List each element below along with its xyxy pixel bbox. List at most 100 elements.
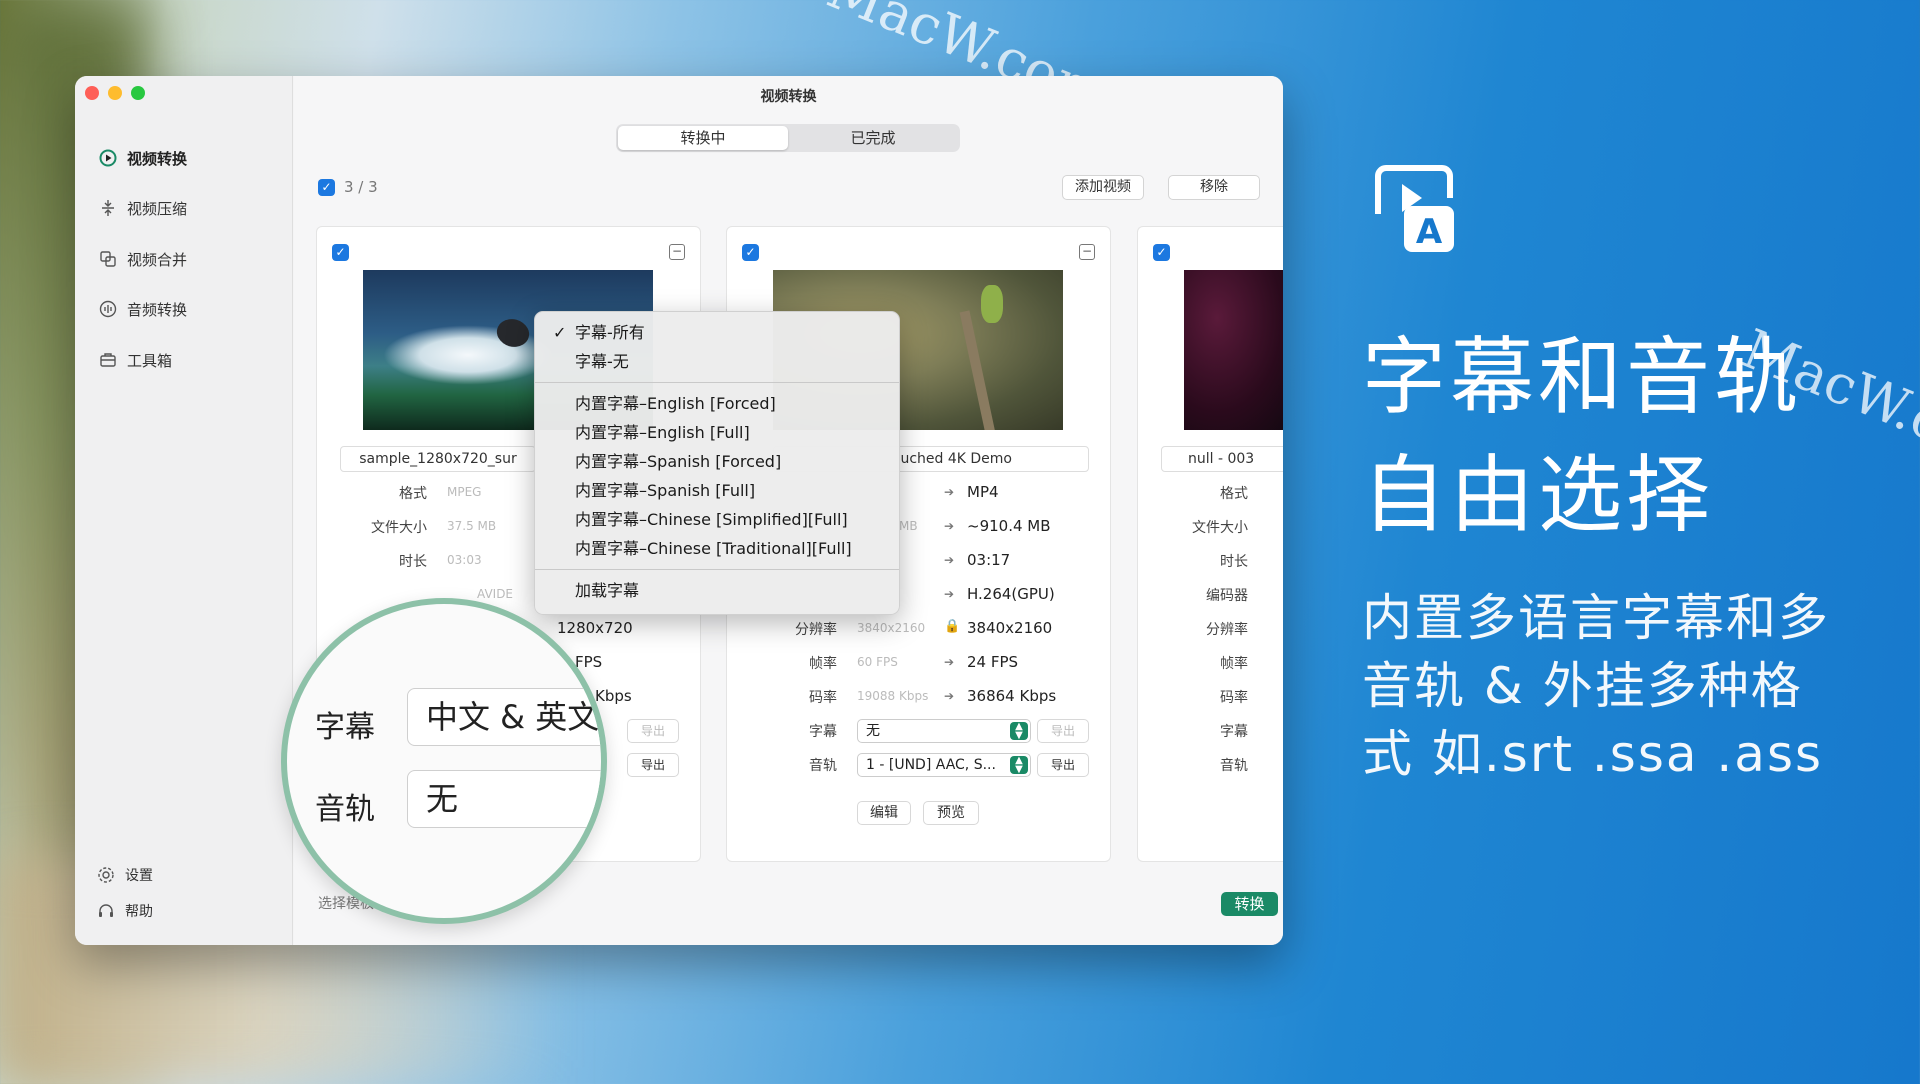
export-audio-button[interactable]: 导出	[627, 753, 679, 777]
sidebar-help[interactable]: 帮助	[97, 896, 153, 926]
resolution-target: 1280x720	[557, 619, 633, 637]
duration-label: 时长	[399, 554, 427, 570]
subtitle-select-value: 无	[866, 723, 880, 739]
sidebar-item-toolbox[interactable]: 工具箱	[99, 345, 172, 375]
sidebar-settings[interactable]: 设置	[97, 860, 153, 890]
letter-a-label: A	[1415, 212, 1443, 252]
menu-separator	[535, 382, 899, 383]
tab-completed[interactable]: 已完成	[788, 126, 958, 150]
bitrate-label: 码率	[809, 690, 837, 706]
promo-heading-line1: 字幕和音轨	[1362, 328, 1803, 426]
toolbox-icon	[100, 353, 116, 367]
format-label: 格式	[1220, 486, 1248, 502]
subtitle-label: 字幕	[809, 724, 837, 740]
edit-button[interactable]: 编辑	[857, 801, 911, 825]
sidebar-item-label: 音频转换	[127, 300, 188, 319]
help-label: 帮助	[125, 904, 153, 920]
resolution-target: 3840x2160	[967, 619, 1053, 637]
menu-item-embedded-subtitle[interactable]: 内置字幕–English [Full]	[535, 418, 899, 447]
subtitle-dropdown-menu: ✓ 字幕-所有 字幕-无 内置字幕–English [Forced] 内置字幕–E…	[534, 311, 900, 615]
duration-label: 时长	[1220, 554, 1248, 570]
bitrate-label: 码率	[1220, 690, 1248, 706]
promo-sub-line2: 音轨 & 外挂多种格	[1362, 657, 1803, 715]
sidebar: 视频转换 视频压缩 视频合并 音频转换 工具箱 设置 帮助	[75, 76, 293, 945]
resolution-label: 分辨率	[795, 622, 837, 638]
audio-label: 音轨	[1220, 758, 1248, 774]
tab-converting[interactable]: 转换中	[618, 126, 788, 150]
select-all-checkbox[interactable]: ✓	[318, 179, 335, 196]
video-card: ✓ null - 003 格式 文件大小 时长 编码器 分辨率 帧率 码率 字幕…	[1137, 226, 1283, 862]
add-video-button[interactable]: 添加视频	[1062, 175, 1144, 200]
format-original: MPEG	[447, 485, 482, 499]
window-title: 视频转换	[760, 89, 817, 105]
menu-item-embedded-subtitle[interactable]: 内置字幕–English [Forced]	[535, 389, 899, 418]
export-subtitle-button[interactable]: 导出	[627, 719, 679, 743]
sidebar-item-label: 视频压缩	[127, 199, 188, 218]
menu-item-subtitle-none[interactable]: 字幕-无	[535, 347, 899, 376]
fps-target: 24 FPS	[967, 653, 1019, 671]
export-audio-button[interactable]: 导出	[1037, 753, 1089, 777]
size-original: 37.5 MB	[447, 519, 497, 533]
sidebar-item-video-merge[interactable]: 视频合并	[99, 244, 187, 274]
remove-button[interactable]: 移除	[1168, 175, 1260, 200]
close-window-button[interactable]	[85, 86, 99, 100]
export-subtitle-button[interactable]: 导出	[1037, 719, 1089, 743]
minimize-window-button[interactable]	[108, 86, 122, 100]
size-original: MB	[899, 519, 918, 533]
duration-original: 03:03	[447, 553, 482, 567]
arrow-icon: ➔	[944, 553, 955, 567]
menu-item-embedded-subtitle[interactable]: 内置字幕–Chinese [Simplified][Full]	[535, 505, 899, 534]
magnifier-callout: 字幕 中文 & 英文 音轨 无	[281, 598, 607, 924]
collapse-icon[interactable]: −	[669, 244, 685, 260]
audio-select[interactable]: 1 - [UND] AAC, S... ▲ ▼	[857, 753, 1031, 777]
bitrate-original: 19088 Kbps	[857, 689, 929, 703]
size-target: ~910.4 MB	[967, 517, 1051, 535]
branch	[959, 310, 997, 430]
magnified-subtitle-select[interactable]: 中文 & 英文	[407, 688, 601, 746]
arrow-icon: ➔	[944, 485, 955, 499]
magnified-audio-select[interactable]: 无	[407, 770, 601, 828]
arrow-icon: ➔	[944, 519, 955, 533]
magnified-audio-label: 音轨	[315, 792, 375, 827]
settings-label: 设置	[125, 868, 153, 884]
audio-label: 音轨	[809, 758, 837, 774]
arrow-icon: ➔	[944, 587, 955, 601]
merge-icon	[100, 251, 116, 267]
fps-target: FPS	[575, 653, 603, 671]
convert-button[interactable]: 转换	[1221, 892, 1278, 916]
sidebar-item-label: 视频转换	[127, 149, 188, 168]
promo-heading-line2: 自由选择	[1362, 446, 1715, 544]
bitrate-target: 36864 Kbps	[967, 687, 1057, 705]
chameleon	[981, 285, 1003, 323]
resolution-original: 3840x2160	[857, 621, 926, 635]
subtitle-select[interactable]: 无 ▲ ▼	[857, 719, 1031, 743]
sidebar-item-audio-convert[interactable]: 音频转换	[99, 294, 187, 324]
menu-item-embedded-subtitle[interactable]: 内置字幕–Spanish [Forced]	[535, 447, 899, 476]
collapse-icon[interactable]: −	[1079, 244, 1095, 260]
filename-field[interactable]: sample_1280x720_sur	[340, 446, 536, 472]
arrow-icon: ➔	[944, 689, 955, 703]
promo-sub-line1: 内置多语言字幕和多	[1362, 589, 1830, 647]
sidebar-item-label: 视频合并	[127, 250, 188, 269]
menu-item-load-subtitle[interactable]: 加载字幕	[535, 576, 899, 605]
stepper-icon: ▲ ▼	[1010, 756, 1028, 775]
menu-item-subtitle-all[interactable]: ✓ 字幕-所有	[535, 318, 899, 347]
video-checkbox[interactable]: ✓	[742, 244, 759, 261]
play-circle-icon	[99, 149, 117, 167]
zoom-window-button[interactable]	[131, 86, 145, 100]
video-thumbnail[interactable]	[1184, 270, 1283, 430]
menu-item-embedded-subtitle[interactable]: 内置字幕–Spanish [Full]	[535, 476, 899, 505]
filename-field[interactable]: null - 003	[1161, 446, 1283, 472]
preview-button[interactable]: 预览	[923, 801, 979, 825]
audio-select-value: 1 - [UND] AAC, S...	[866, 757, 996, 773]
arrow-icon: ➔	[944, 655, 955, 669]
codec-target: H.264(GPU)	[967, 585, 1055, 603]
sidebar-item-video-convert[interactable]: 视频转换	[99, 143, 187, 173]
checkmark-icon: ✓	[553, 323, 567, 342]
video-checkbox[interactable]: ✓	[332, 244, 349, 261]
audio-wave-icon	[99, 300, 117, 318]
menu-item-embedded-subtitle[interactable]: 内置字幕–Chinese [Traditional][Full]	[535, 534, 899, 563]
sidebar-item-video-compress[interactable]: 视频压缩	[99, 193, 187, 223]
video-checkbox[interactable]: ✓	[1153, 244, 1170, 261]
headset-icon	[99, 904, 113, 917]
